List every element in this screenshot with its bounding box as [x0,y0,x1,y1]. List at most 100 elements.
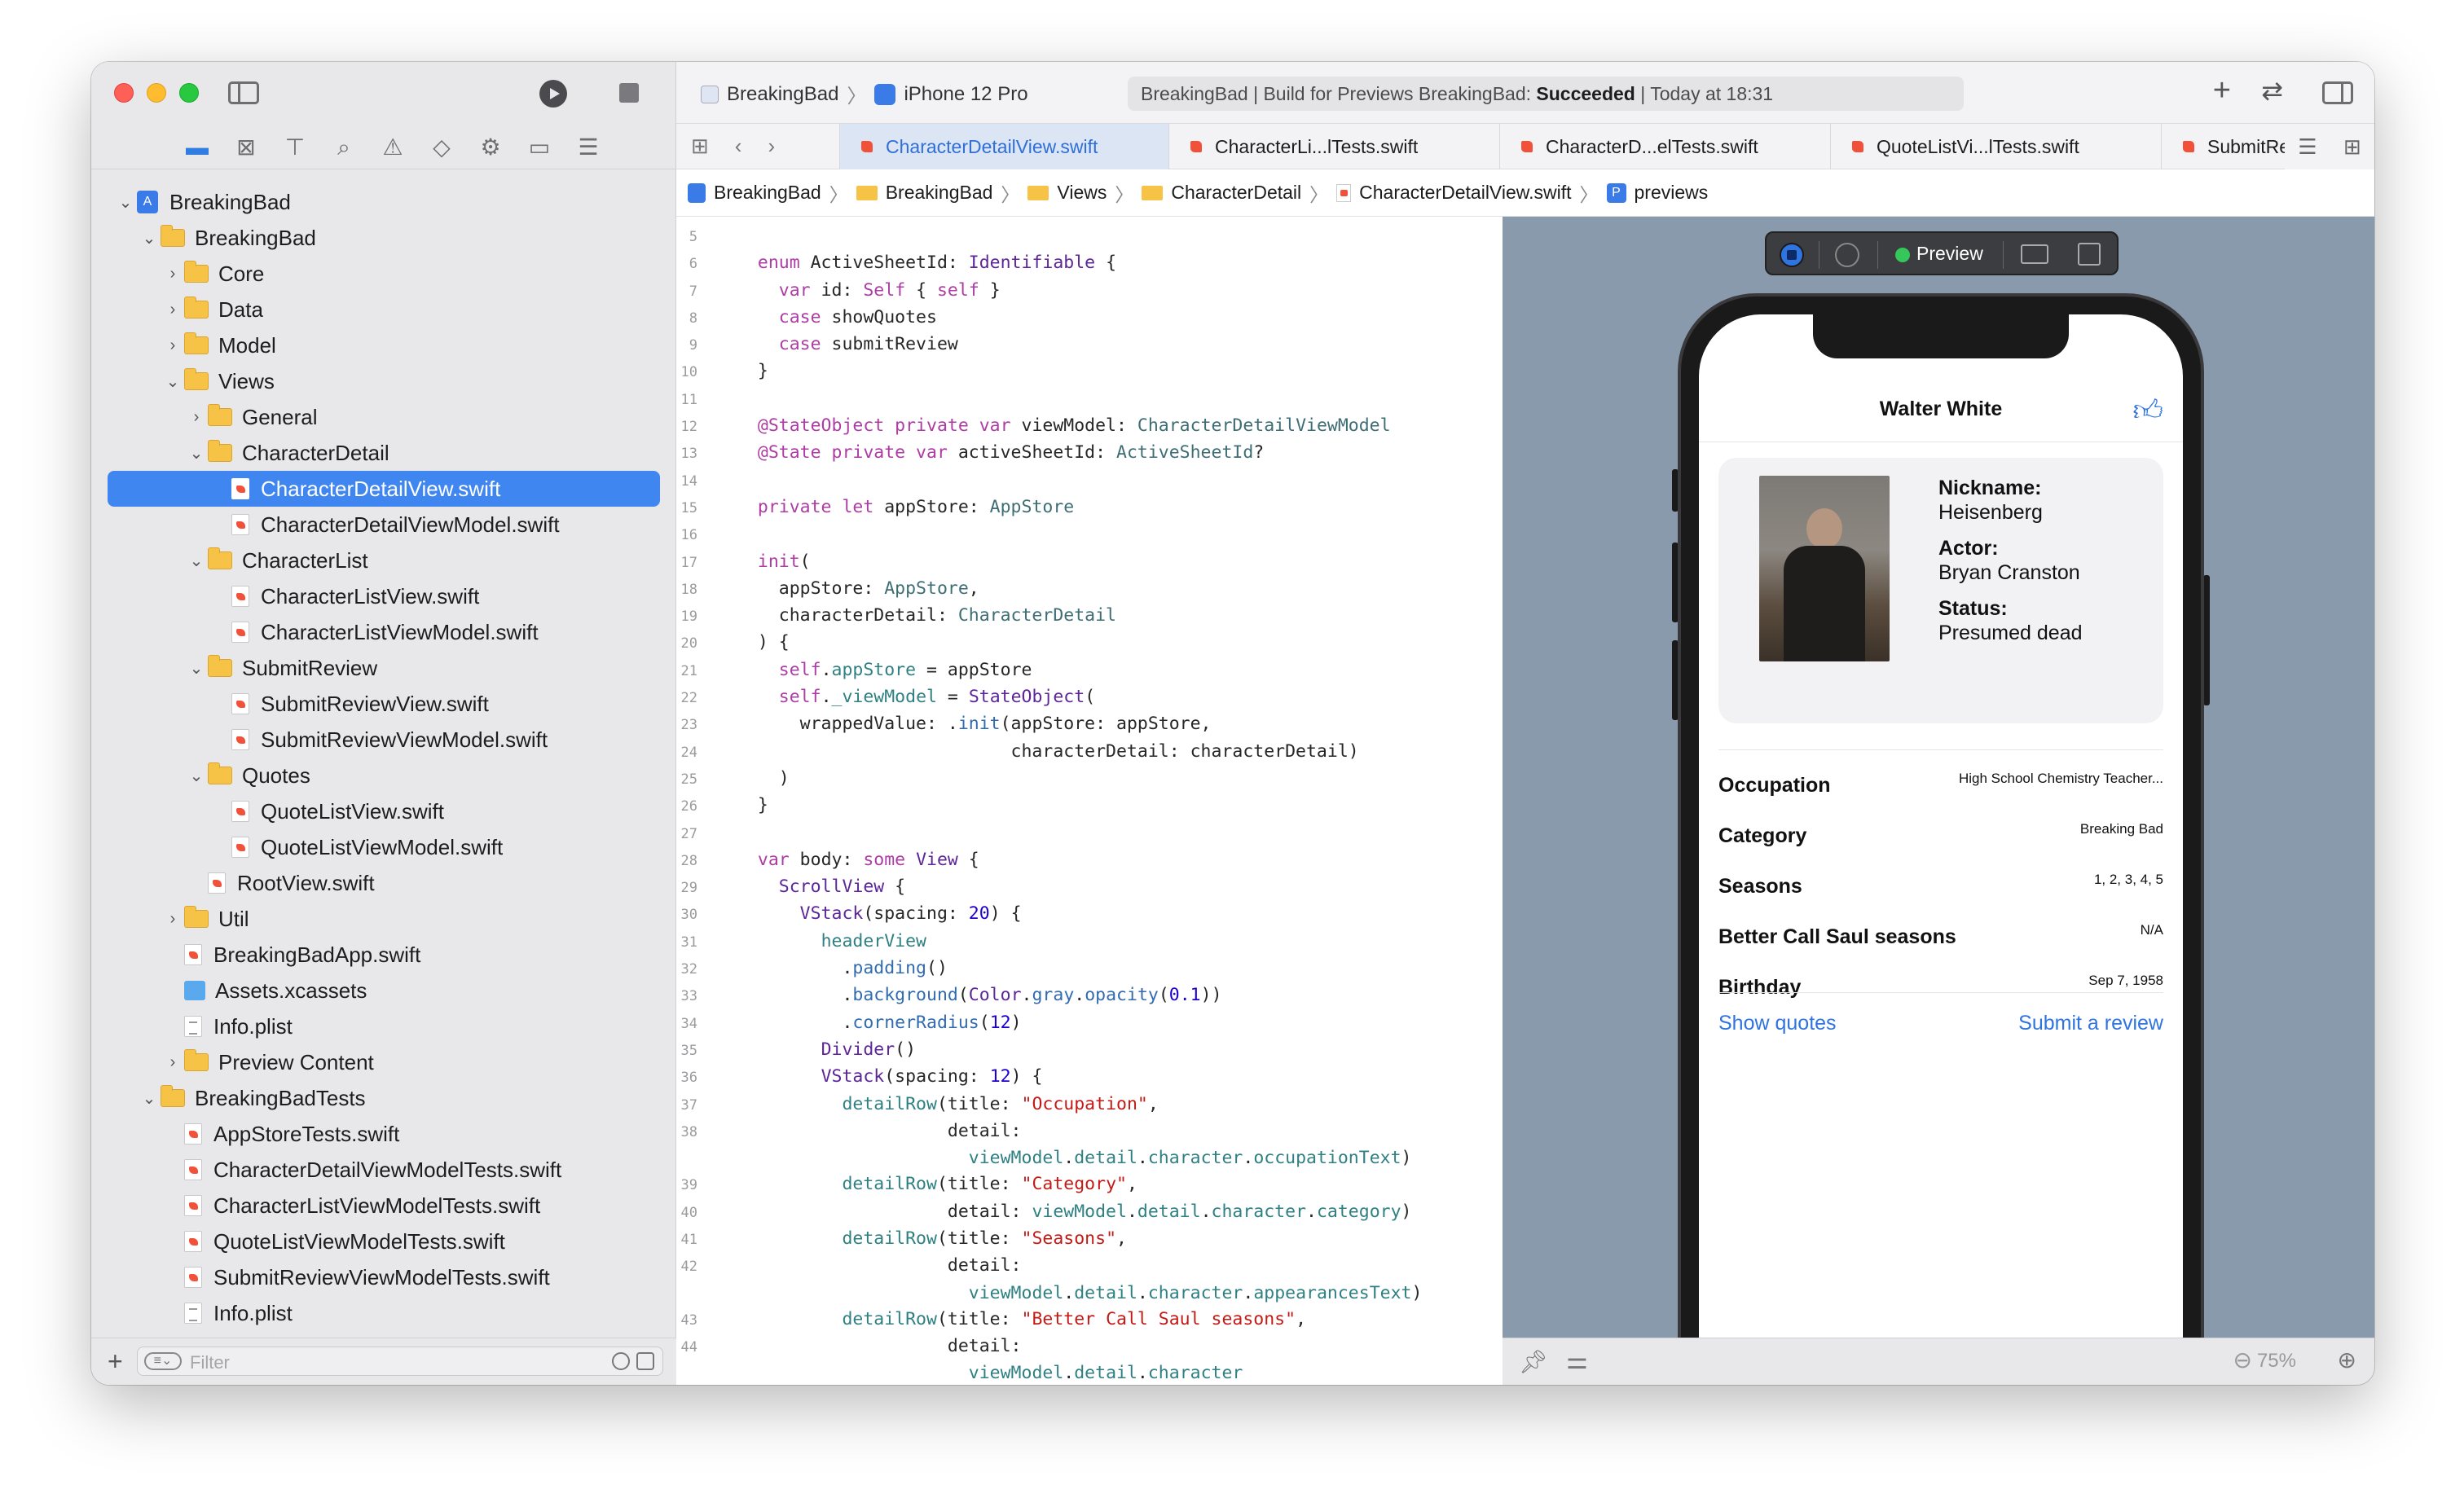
preview-label[interactable]: Preview [1916,243,1983,265]
jump-bar-item[interactable]: Views [1057,182,1107,204]
forward-arrow-icon[interactable]: › [768,134,775,159]
filter-options-icon[interactable]: ≡⌄ [144,1352,182,1370]
file-tree-item[interactable]: ⌄ A BreakingBad [91,184,676,220]
file-tree-item[interactable]: › General [91,399,676,435]
editor-tab[interactable]: CharacterLi...lTests.swift [1168,124,1499,169]
file-tree-item[interactable]: SubmitReviewViewModelTests.swift [91,1259,676,1295]
inspector-toggle-icon[interactable] [2322,81,2353,104]
live-preview-icon[interactable] [1780,243,1804,267]
chevron-right-icon[interactable]: › [161,265,184,283]
zoom-window-button[interactable] [179,83,199,103]
preview-on-device-icon[interactable] [2021,244,2048,264]
file-tree-item[interactable]: CharacterListView.swift [91,578,676,614]
scheme-selector[interactable]: BreakingBad 〉 iPhone 12 Pro [701,80,1028,108]
breakpoint-icon[interactable]: ▭ [515,135,564,160]
editor-tab[interactable]: CharacterDetailView.swift [839,124,1168,169]
selectable-mode-icon[interactable] [1835,243,1859,267]
file-tree-item[interactable]: QuoteListView.swift [91,793,676,829]
chevron-right-icon[interactable]: › [161,910,184,929]
library-button[interactable]: + [2213,73,2231,108]
minimize-window-button[interactable] [147,83,166,103]
file-tree-item[interactable]: QuoteListViewModel.swift [91,829,676,865]
sidebar-toggle-icon[interactable] [228,81,259,104]
submit-review-button[interactable]: Submit a review [2018,1012,2163,1035]
file-tree-item[interactable]: Info.plist [91,1295,676,1331]
chevron-right-icon[interactable]: › [161,336,184,355]
close-window-button[interactable] [114,83,134,103]
chevron-down-icon[interactable]: ⌄ [185,443,208,464]
chevron-down-icon[interactable]: ⌄ [138,1088,161,1109]
file-tree-item[interactable]: CharacterListViewModelTests.swift [91,1188,676,1224]
variants-icon[interactable]: ⚌ [1566,1347,1588,1375]
zoom-level[interactable]: 75% [2257,1350,2296,1373]
report-icon[interactable]: ☰ [564,135,613,160]
source-control-icon[interactable]: ⊠ [222,135,271,160]
find-icon[interactable]: ⌕ [319,135,368,160]
file-tree-item[interactable]: CharacterDetailView.swift [108,471,660,507]
recent-files-icon[interactable] [612,1352,630,1370]
file-tree-item[interactable]: AppStoreTests.swift [91,1116,676,1152]
file-tree-item[interactable]: CharacterListViewModel.swift [91,614,676,650]
jump-bar-item[interactable]: BreakingBad [886,182,993,204]
source-editor[interactable]: 56 enum ActiveSheetId: Identifiable {7 v… [676,217,1503,1385]
chevron-right-icon[interactable]: › [161,301,184,319]
chevron-down-icon[interactable]: ⌄ [114,192,137,213]
file-tree-label: Data [218,297,263,322]
file-tree-item[interactable]: SubmitReviewViewModel.swift [91,722,676,758]
file-tree-item[interactable]: Assets.xcassets [91,973,676,1008]
chevron-down-icon[interactable]: ⌄ [138,228,161,248]
editor-tab[interactable]: CharacterD...elTests.swift [1499,124,1830,169]
jump-bar-item[interactable]: BreakingBad [714,182,821,204]
file-tree-item[interactable]: › Data [91,292,676,327]
run-button[interactable] [539,80,567,108]
file-tree-item[interactable]: › Preview Content [91,1044,676,1080]
file-tree-item[interactable]: ⌄ CharacterList [91,543,676,578]
jump-bar-item[interactable]: CharacterDetail [1171,182,1301,204]
test-icon[interactable]: ◇ [417,135,466,160]
chevron-right-icon[interactable]: › [161,1053,184,1072]
add-file-button[interactable]: + [108,1347,123,1377]
duplicate-preview-icon[interactable] [2078,243,2101,266]
grid-icon[interactable]: ⊞ [691,134,709,159]
file-tree-item[interactable]: ⌄ CharacterDetail [91,435,676,471]
symbol-icon[interactable]: ⊤ [271,135,319,160]
chevron-down-icon[interactable]: ⌄ [161,371,184,392]
file-tree-item[interactable]: › Model [91,327,676,363]
file-tree-item[interactable]: ⌄ Views [91,363,676,399]
zoom-in-icon[interactable]: ⊕ [2338,1347,2356,1373]
file-tree-item[interactable]: Info.plist [91,1008,676,1044]
jump-bar-item[interactable]: previews [1635,182,1709,204]
file-tree-item[interactable]: ⌄ BreakingBadTests [91,1080,676,1116]
file-tree-item[interactable]: BreakingBadApp.swift [91,937,676,973]
editor-tab[interactable]: QuoteListVi...lTests.swift [1830,124,2161,169]
source-control-filter-icon[interactable] [636,1352,654,1370]
filter-field[interactable]: ≡⌄ Filter [137,1347,663,1376]
file-tree-item[interactable]: CharacterDetailViewModelTests.swift [91,1152,676,1188]
show-quotes-button[interactable]: Show quotes [1718,1012,1837,1035]
chevron-right-icon[interactable]: › [185,408,208,427]
chevron-down-icon[interactable]: ⌄ [185,551,208,571]
chevron-down-icon[interactable]: ⌄ [185,766,208,786]
folder-icon[interactable]: ▬ [173,135,222,160]
pin-icon[interactable]: 📌︎ [1519,1348,1548,1375]
back-arrow-icon[interactable]: ‹ [735,134,742,159]
add-editor-icon[interactable]: ⊞ [2343,134,2361,160]
file-tree-item[interactable]: ⌄ BreakingBad [91,220,676,256]
file-tree-item[interactable]: ⌄ Quotes [91,758,676,793]
file-tree-item[interactable]: SubmitReviewView.swift [91,686,676,722]
file-tree-item[interactable]: RootView.swift [91,865,676,901]
file-tree-item[interactable]: › Util [91,901,676,937]
file-tree-item[interactable]: CharacterDetailViewModel.swift [91,507,676,543]
chevron-down-icon[interactable]: ⌄ [185,658,208,679]
jump-bar-item[interactable]: CharacterDetailView.swift [1359,182,1571,204]
editor-options-icon[interactable]: ☰ [2298,134,2317,160]
stop-button[interactable] [619,83,639,103]
file-tree-item[interactable]: ⌄ SubmitReview [91,650,676,686]
file-tree-item[interactable]: › Core [91,256,676,292]
zoom-out-icon[interactable]: ⊖ [2233,1347,2252,1373]
debug-icon[interactable]: ⚙ [466,135,515,160]
thumbs-up-icon[interactable]: 👍︎ [2132,393,2163,428]
issue-icon[interactable]: ⚠ [368,135,417,160]
file-tree-item[interactable]: QuoteListViewModelTests.swift [91,1224,676,1259]
code-review-icon[interactable]: ⇄ [2261,75,2283,106]
